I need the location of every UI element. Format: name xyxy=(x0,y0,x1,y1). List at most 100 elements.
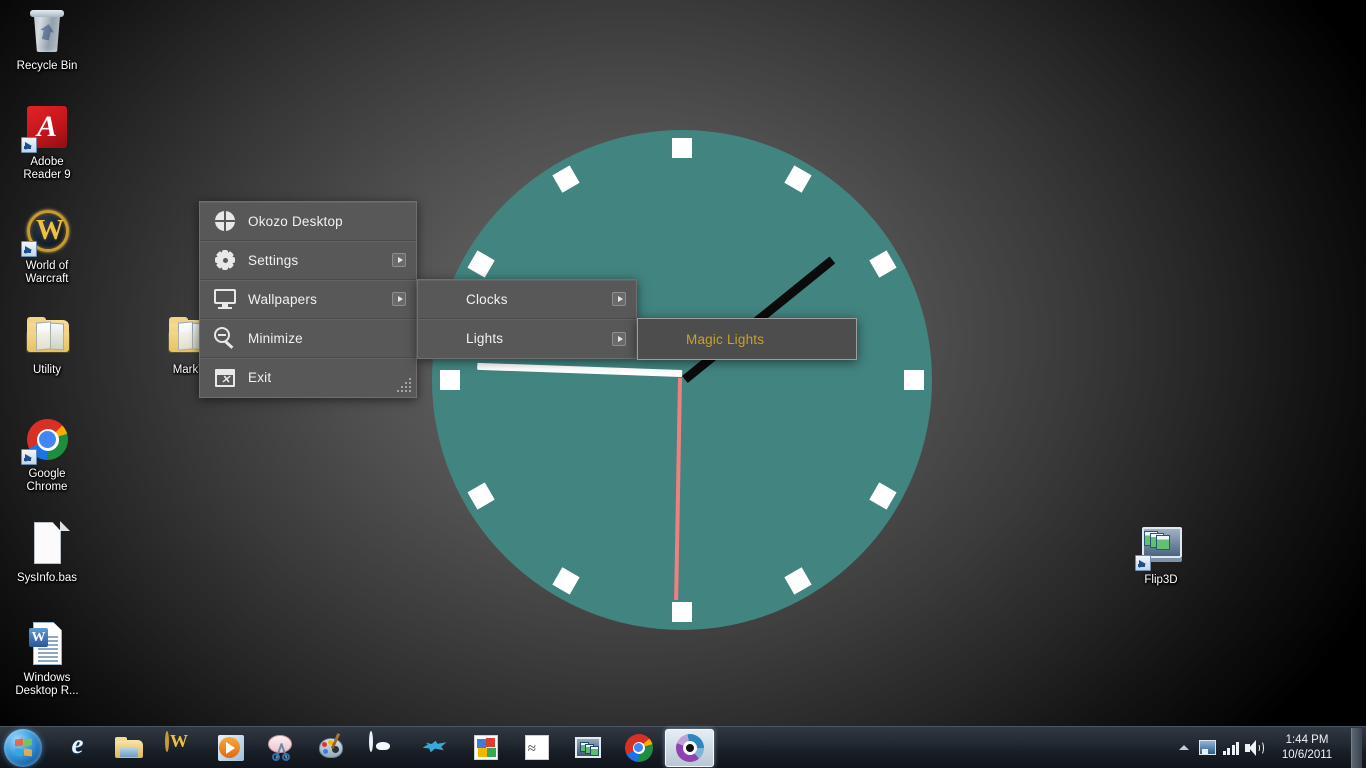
world-of-warcraft-icon xyxy=(165,733,195,763)
monitor-icon xyxy=(210,287,240,311)
taskbar-button-windows-explorer[interactable] xyxy=(104,729,153,767)
desktop-icon-utility[interactable]: Utility xyxy=(6,312,88,377)
desktop-icon-label: Google Chrome xyxy=(6,468,88,494)
recycle-bin-icon xyxy=(23,8,71,56)
snipping-tool-icon xyxy=(267,733,297,763)
taskbar-button-snipping-tool[interactable] xyxy=(257,729,306,767)
menu-item-settings[interactable]: Settings xyxy=(200,241,416,280)
resize-grip[interactable] xyxy=(397,378,413,394)
taskbar-button-google-chrome[interactable] xyxy=(614,729,663,767)
spacer xyxy=(428,327,458,351)
network-icon[interactable] xyxy=(1195,727,1219,768)
desktop-icon-windows-desktop-r[interactable]: W Windows Desktop R... xyxy=(6,620,88,698)
file-icon xyxy=(23,520,71,568)
menu-item-okozo-desktop[interactable]: Okozo Desktop xyxy=(200,202,416,241)
start-orb-quadrant xyxy=(15,738,23,746)
word-document-icon: W xyxy=(23,620,71,668)
taskbar-button-noaa[interactable] xyxy=(359,729,408,767)
lights-submenu[interactable]: Magic Lights xyxy=(637,318,857,360)
taskbar-button-windows-media-player[interactable] xyxy=(206,729,255,767)
noaa-icon xyxy=(369,733,399,763)
submenu-item-clocks[interactable]: Clocks xyxy=(418,280,636,319)
desktop-icon-sysinfo-bas[interactable]: SysInfo.bas xyxy=(6,520,88,585)
taskbar-button-flip3d[interactable] xyxy=(563,729,612,767)
menu-item-label: Wallpapers xyxy=(248,292,392,307)
desktop-icon-label: World of Warcraft xyxy=(6,260,88,286)
google-chrome-icon xyxy=(23,416,71,464)
desktop-icon-label: Utility xyxy=(6,364,88,377)
volume-icon[interactable] xyxy=(1243,727,1267,768)
window-close-icon: ✕ xyxy=(210,366,240,390)
okozo-clock-widget[interactable] xyxy=(432,130,932,630)
shortcut-arrow-icon xyxy=(21,137,37,153)
taskbar-clock[interactable]: 1:44 PM 10/6/2011 xyxy=(1267,733,1347,763)
windows-start-orb-icon xyxy=(4,729,42,767)
submenu-item-lights[interactable]: Lights xyxy=(418,319,636,358)
windows-explorer-icon xyxy=(114,733,144,763)
submenu-item-label: Magic Lights xyxy=(686,332,846,347)
menu-item-label: Settings xyxy=(248,253,392,268)
spacer xyxy=(648,327,678,351)
desktop-icon-label: Adobe Reader 9 xyxy=(6,156,88,182)
desktop-icon-label: Windows Desktop R... xyxy=(6,672,88,698)
start-orb-quadrant xyxy=(15,748,23,756)
shortcut-arrow-icon xyxy=(1135,555,1151,571)
taskbar-button-okozo-desktop[interactable] xyxy=(665,729,714,767)
twitter-icon xyxy=(420,733,450,763)
chevron-right-icon xyxy=(612,292,626,306)
start-button[interactable] xyxy=(0,727,52,768)
adobe-reader-icon: A xyxy=(23,104,71,152)
taskbar-button-paint[interactable] xyxy=(308,729,357,767)
menu-item-label: Exit xyxy=(248,370,406,385)
taskbar[interactable]: ≈ 1:44 PM 10/6/2011 xyxy=(0,726,1366,768)
flip3d-icon xyxy=(1137,522,1185,570)
submenu-item-label: Lights xyxy=(466,331,612,346)
desktop-icon-label: Flip3D xyxy=(1120,574,1202,587)
taskbar-buttons: ≈ xyxy=(52,729,715,767)
menu-item-wallpapers[interactable]: Wallpapers xyxy=(200,280,416,319)
system-tray: 1:44 PM 10/6/2011 xyxy=(1173,727,1366,768)
start-orb-quadrant xyxy=(24,748,32,756)
desktop-icon-adobe-reader-9[interactable]: A Adobe Reader 9 xyxy=(6,104,88,182)
okozo-desktop-icon xyxy=(675,733,705,763)
desktop-icon-label: SysInfo.bas xyxy=(6,572,88,585)
world-of-warcraft-icon: W xyxy=(23,208,71,256)
show-desktop-button[interactable] xyxy=(1351,728,1362,768)
chevron-right-icon xyxy=(612,332,626,346)
chevron-right-icon xyxy=(392,292,406,306)
folder-icon xyxy=(23,312,71,360)
taskbar-button-world-of-warcraft[interactable] xyxy=(155,729,204,767)
taskbar-button-google-docs[interactable] xyxy=(461,729,510,767)
paint-icon xyxy=(318,733,348,763)
okozo-context-menu[interactable]: Okozo Desktop Settings Wallpapers Minimi… xyxy=(199,201,417,398)
google-chrome-icon xyxy=(624,733,654,763)
desktop-icon-label: Recycle Bin xyxy=(6,60,88,73)
google-docs-icon xyxy=(471,733,501,763)
desktop-icon-world-of-warcraft[interactable]: W World of Warcraft xyxy=(6,208,88,286)
taskbar-button-twitter[interactable] xyxy=(410,729,459,767)
start-orb-quadrant xyxy=(24,738,32,746)
magnifier-minus-icon xyxy=(210,326,240,350)
signal-bars-icon[interactable] xyxy=(1219,727,1243,768)
shortcut-arrow-icon xyxy=(21,449,37,465)
clock-face xyxy=(432,130,932,630)
show-hidden-icons-button[interactable] xyxy=(1173,727,1195,768)
submenu-item-magic-lights[interactable]: Magic Lights xyxy=(638,319,856,359)
taskbar-button-internet-explorer[interactable] xyxy=(53,729,102,767)
menu-item-label: Minimize xyxy=(248,331,406,346)
taskbar-button-squiggle-app[interactable]: ≈ xyxy=(512,729,561,767)
windows-media-player-icon xyxy=(216,733,246,763)
globe-icon xyxy=(210,209,240,233)
internet-explorer-icon xyxy=(63,733,93,763)
desktop-icon-google-chrome[interactable]: Google Chrome xyxy=(6,416,88,494)
submenu-item-label: Clocks xyxy=(466,292,612,307)
flip3d-icon xyxy=(573,733,603,763)
desktop-icon-recycle-bin[interactable]: Recycle Bin xyxy=(6,8,88,73)
gear-icon xyxy=(210,248,240,272)
menu-item-exit[interactable]: ✕ Exit xyxy=(200,358,416,397)
menu-item-minimize[interactable]: Minimize xyxy=(200,319,416,358)
wallpapers-submenu[interactable]: Clocks Lights xyxy=(417,279,637,359)
shortcut-arrow-icon xyxy=(21,241,37,257)
clock-date: 10/6/2011 xyxy=(1269,748,1345,763)
desktop-icon-flip3d[interactable]: Flip3D xyxy=(1120,522,1202,587)
